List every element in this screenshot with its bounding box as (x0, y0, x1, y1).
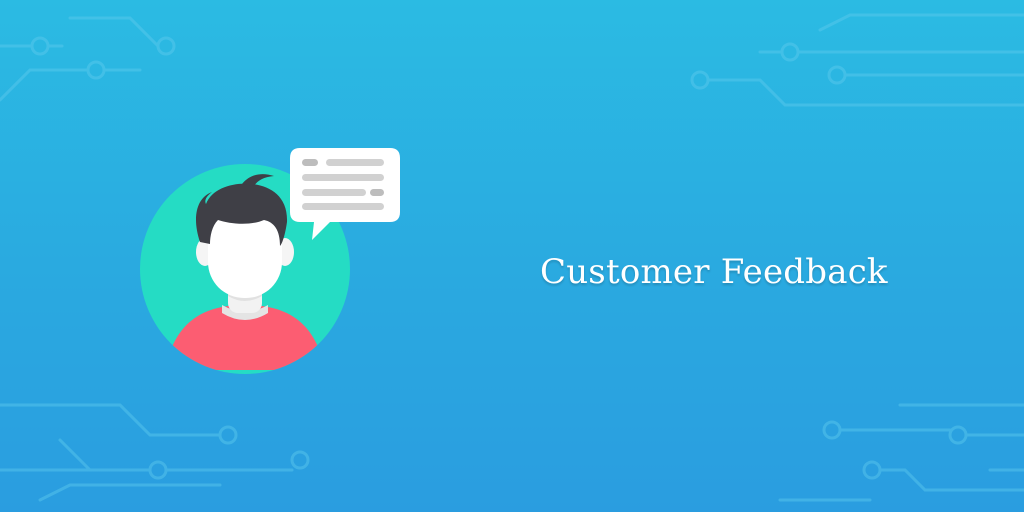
avatar-illustration (140, 148, 400, 374)
page-title: Customer Feedback (540, 252, 888, 292)
